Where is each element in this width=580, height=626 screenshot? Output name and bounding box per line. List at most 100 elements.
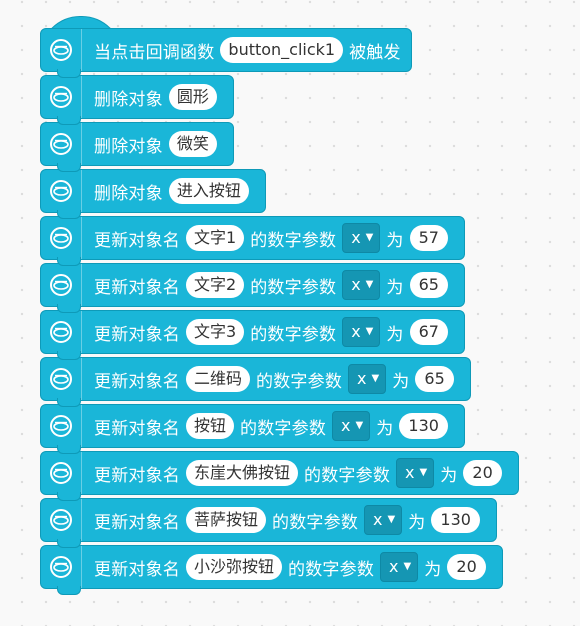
object-name-field[interactable]: 文字3 bbox=[186, 319, 245, 345]
block-label: 为 bbox=[392, 371, 410, 392]
screen-object-icon bbox=[41, 546, 82, 588]
code-block[interactable]: 更新对象名 东崖大佛按钮 的数字参数 x ▼ 为 20 bbox=[40, 451, 519, 501]
param-dropdown[interactable]: x ▼ bbox=[396, 458, 435, 488]
object-name-field[interactable]: 小沙弥按钮 bbox=[186, 554, 283, 580]
block-content: 更新对象名 按钮 的数字参数 x ▼ 为 130 bbox=[82, 411, 464, 441]
param-dropdown[interactable]: x ▼ bbox=[380, 552, 419, 582]
code-block[interactable]: 更新对象名 小沙弥按钮 的数字参数 x ▼ 为 20 bbox=[40, 545, 503, 595]
param-dropdown-value: x bbox=[341, 416, 351, 435]
block-connector bbox=[57, 351, 81, 360]
block-content: 更新对象名 小沙弥按钮 的数字参数 x ▼ 为 20 bbox=[82, 552, 502, 582]
object-name-field[interactable]: 圆形 bbox=[168, 84, 217, 110]
caret-down-icon: ▼ bbox=[371, 373, 380, 384]
block-content: 更新对象名 二维码 的数字参数 x ▼ 为 65 bbox=[82, 364, 470, 394]
block-label: 更新对象名 bbox=[94, 230, 180, 251]
event-hat-block[interactable]: 当点击回调函数 button_click1 被触发 bbox=[40, 28, 412, 78]
code-block[interactable]: 删除对象 圆形 bbox=[40, 75, 234, 125]
block-connector bbox=[57, 210, 81, 219]
block-label: 为 bbox=[386, 230, 404, 251]
block-content: 删除对象 微笑 bbox=[82, 131, 233, 157]
code-block[interactable]: 更新对象名 按钮 的数字参数 x ▼ 为 130 bbox=[40, 404, 465, 454]
param-dropdown[interactable]: x ▼ bbox=[342, 223, 381, 253]
object-name-field[interactable]: button_click1 bbox=[220, 37, 344, 63]
param-dropdown-value: x bbox=[389, 557, 399, 576]
param-dropdown-value: x bbox=[405, 463, 415, 482]
object-name-field[interactable]: 文字1 bbox=[186, 225, 245, 251]
screen-object-icon bbox=[41, 170, 82, 212]
block-label: 删除对象 bbox=[94, 89, 163, 110]
block-label: 更新对象名 bbox=[94, 465, 180, 486]
block-workspace[interactable]: 当点击回调函数 button_click1 被触发 删除对象 圆形 删除对象 微笑 删除对象进… bbox=[0, 0, 580, 626]
param-dropdown[interactable]: x ▼ bbox=[364, 505, 403, 535]
object-name-field[interactable]: 按钮 bbox=[186, 413, 235, 439]
block-label: 的数字参数 bbox=[256, 371, 343, 392]
block-label: 更新对象名 bbox=[94, 512, 180, 533]
number-field[interactable]: 67 bbox=[409, 319, 448, 345]
number-field[interactable]: 65 bbox=[409, 272, 448, 298]
object-name-field[interactable]: 进入按钮 bbox=[168, 178, 249, 204]
caret-down-icon: ▼ bbox=[355, 420, 364, 431]
block-content: 更新对象名 文字1 的数字参数 x ▼ 为 57 bbox=[82, 223, 464, 253]
param-dropdown-value: x bbox=[351, 275, 361, 294]
block-label: 的数字参数 bbox=[288, 559, 375, 580]
number-field[interactable]: 65 bbox=[415, 366, 454, 392]
block-label: 为 bbox=[408, 512, 426, 533]
code-block[interactable]: 更新对象名 文字1 的数字参数 x ▼ 为 57 bbox=[40, 216, 465, 266]
block-connector bbox=[57, 492, 81, 501]
caret-down-icon: ▼ bbox=[365, 326, 374, 337]
screen-object-icon bbox=[41, 217, 82, 259]
block-label: 的数字参数 bbox=[250, 277, 337, 298]
object-name-field[interactable]: 东崖大佛按钮 bbox=[186, 460, 299, 486]
block-connector bbox=[57, 257, 81, 266]
block-content: 更新对象名 文字2 的数字参数 x ▼ 为 65 bbox=[82, 270, 464, 300]
code-block[interactable]: 更新对象名 文字2 的数字参数 x ▼ 为 65 bbox=[40, 263, 465, 313]
screen-object-icon bbox=[41, 29, 82, 71]
number-field[interactable]: 20 bbox=[463, 460, 502, 486]
number-field[interactable]: 57 bbox=[409, 225, 448, 251]
param-dropdown[interactable]: x ▼ bbox=[342, 270, 381, 300]
caret-down-icon: ▼ bbox=[365, 279, 374, 290]
block-label: 的数字参数 bbox=[250, 230, 337, 251]
screen-object-icon bbox=[41, 311, 82, 353]
block-connector bbox=[57, 69, 81, 78]
block-content: 删除对象 圆形 bbox=[82, 84, 233, 110]
block-label: 的数字参数 bbox=[272, 512, 359, 533]
block-label: 更新对象名 bbox=[94, 371, 180, 392]
screen-object-icon bbox=[41, 499, 82, 541]
block-connector bbox=[57, 116, 81, 125]
param-dropdown[interactable]: x ▼ bbox=[332, 411, 371, 441]
block-connector bbox=[57, 445, 81, 454]
caret-down-icon: ▼ bbox=[365, 232, 374, 243]
code-block[interactable]: 删除对象 进入按钮 bbox=[40, 169, 266, 219]
block-connector bbox=[57, 398, 81, 407]
block-label: 的数字参数 bbox=[240, 418, 327, 439]
block-label: 更新对象名 bbox=[94, 324, 180, 345]
block-label: 删除对象 bbox=[94, 136, 163, 157]
screen-object-icon bbox=[41, 76, 82, 118]
block-label: 更新对象名 bbox=[94, 418, 180, 439]
block-connector bbox=[57, 163, 81, 172]
code-block[interactable]: 更新对象名 文字3 的数字参数 x ▼ 为 67 bbox=[40, 310, 465, 360]
number-field[interactable]: 130 bbox=[399, 413, 448, 439]
screen-object-icon bbox=[41, 405, 82, 447]
block-label: 当点击回调函数 bbox=[94, 42, 215, 63]
param-dropdown[interactable]: x ▼ bbox=[342, 317, 381, 347]
param-dropdown[interactable]: x ▼ bbox=[348, 364, 387, 394]
object-name-field[interactable]: 文字2 bbox=[186, 272, 245, 298]
block-label: 被触发 bbox=[349, 42, 401, 63]
block-label: 删除对象 bbox=[94, 183, 163, 204]
screen-object-icon bbox=[41, 264, 82, 306]
code-block[interactable]: 更新对象名 菩萨按钮 的数字参数 x ▼ 为 130 bbox=[40, 498, 497, 548]
number-field[interactable]: 20 bbox=[447, 554, 486, 580]
block-content: 更新对象名 菩萨按钮 的数字参数 x ▼ 为 130 bbox=[82, 505, 496, 535]
code-block[interactable]: 更新对象名 二维码 的数字参数 x ▼ 为 65 bbox=[40, 357, 471, 407]
block-content: 更新对象名 东崖大佛按钮 的数字参数 x ▼ 为 20 bbox=[82, 458, 518, 488]
object-name-field[interactable]: 微笑 bbox=[168, 131, 217, 157]
object-name-field[interactable]: 二维码 bbox=[186, 366, 251, 392]
block-label: 更新对象名 bbox=[94, 559, 180, 580]
number-field[interactable]: 130 bbox=[431, 507, 480, 533]
object-name-field[interactable]: 菩萨按钮 bbox=[186, 507, 267, 533]
screen-object-icon bbox=[41, 452, 82, 494]
block-connector bbox=[57, 539, 81, 548]
code-block[interactable]: 删除对象 微笑 bbox=[40, 122, 234, 172]
